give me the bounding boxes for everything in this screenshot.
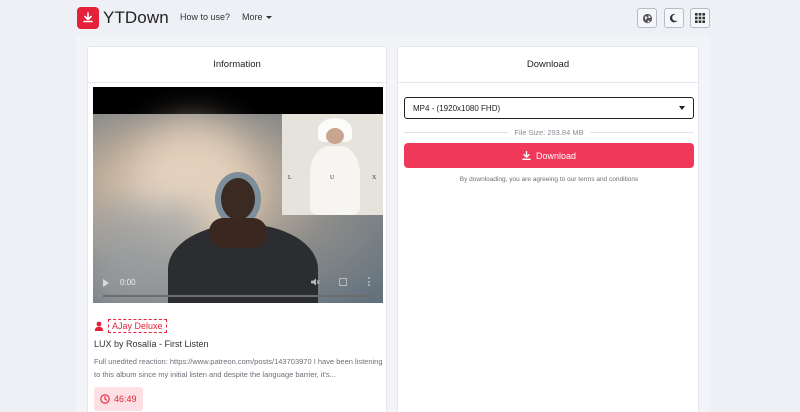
main-container: Information L U X 0:00 AJay Deluxe LUX b… — [76, 36, 710, 412]
video-progress-track[interactable] — [103, 295, 373, 297]
navbar: YTDown How to use? More — [0, 0, 800, 36]
video-controls: 0:00 — [93, 269, 383, 303]
heart-hands — [209, 218, 267, 248]
format-select[interactable]: MP4 - (1920x1080 FHD) — [404, 97, 694, 119]
chevron-down-icon — [679, 106, 685, 110]
video-current-time: 0:00 — [120, 278, 136, 287]
download-button-label: Download — [535, 150, 577, 161]
nav-more-label: More — [242, 12, 263, 22]
download-button[interactable]: Download — [404, 143, 694, 168]
cover-letter-2: U — [330, 175, 335, 181]
more-options-icon[interactable] — [368, 277, 370, 286]
globe-icon — [642, 13, 652, 23]
duration-text: 46:49 — [114, 394, 137, 404]
video-description: Full unedited reaction: https://www.patr… — [94, 357, 383, 379]
information-header: Information — [88, 47, 386, 83]
clock-icon — [100, 394, 110, 404]
nav-more-dropdown[interactable]: More — [242, 12, 272, 22]
divider-line-right — [589, 131, 695, 133]
language-button[interactable] — [637, 8, 657, 28]
fullscreen-icon[interactable] — [339, 278, 347, 286]
download-header: Download — [398, 47, 698, 83]
duration-badge: 46:49 — [94, 387, 143, 411]
file-size-divider: File Size: 293.84 MB — [404, 126, 695, 138]
brand-name: YTDown — [103, 8, 169, 27]
video-title: LUX by Rosalía - First Listen — [94, 339, 209, 349]
album-cover-overlay: L U X — [282, 114, 383, 215]
terms-notice: By downloading, you are agreeing to our … — [459, 176, 639, 183]
cover-figure — [310, 146, 360, 215]
cover-letter-3: X — [372, 175, 377, 181]
cover-face — [326, 128, 344, 144]
cover-letter-1: L — [288, 175, 292, 181]
download-logo-icon — [77, 7, 99, 29]
download-card: Download MP4 - (1920x1080 FHD) File Size… — [397, 46, 699, 412]
caret-down-icon — [265, 15, 272, 19]
divider-line-left — [404, 131, 509, 133]
brand-logo[interactable]: YTDown — [77, 7, 169, 29]
download-icon — [522, 151, 531, 160]
moon-icon — [669, 13, 678, 23]
user-icon — [94, 321, 104, 331]
apps-grid-button[interactable] — [690, 8, 710, 28]
grid-icon — [695, 13, 705, 23]
video-player[interactable]: L U X 0:00 — [93, 87, 383, 303]
dark-mode-button[interactable] — [664, 8, 684, 28]
mute-icon[interactable] — [311, 278, 320, 286]
file-size-text: File Size: 293.84 MB — [514, 127, 584, 137]
information-card: Information L U X 0:00 AJay Deluxe LUX b… — [87, 46, 387, 412]
author-link[interactable]: AJay Deluxe — [108, 319, 167, 333]
play-icon[interactable] — [103, 279, 109, 287]
author-row: AJay Deluxe — [94, 319, 167, 333]
nav-how-to-use[interactable]: How to use? — [180, 12, 230, 22]
format-select-value: MP4 - (1920x1080 FHD) — [413, 103, 501, 113]
